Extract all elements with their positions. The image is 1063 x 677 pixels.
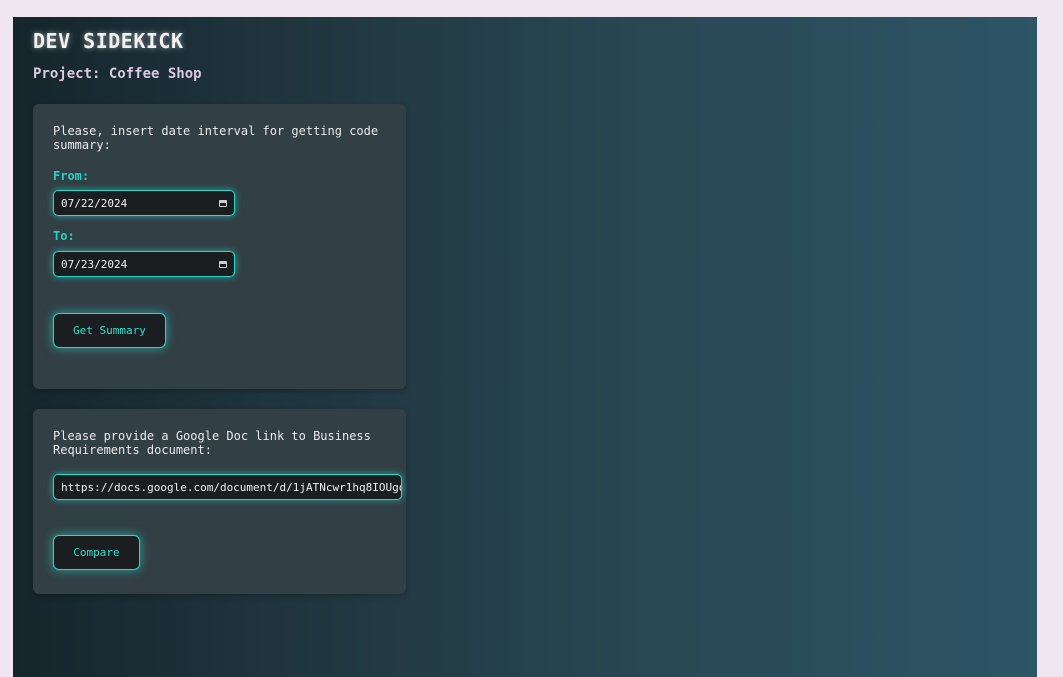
calendar-icon[interactable] bbox=[219, 199, 227, 207]
from-date-value: 07/22/2024 bbox=[61, 196, 128, 210]
google-doc-url-input[interactable]: https://docs.google.com/document/d/1jATN… bbox=[53, 474, 402, 500]
summary-card: Please, insert date interval for getting… bbox=[33, 104, 406, 389]
project-name: Project: Coffee Shop bbox=[33, 66, 202, 82]
calendar-icon[interactable] bbox=[219, 260, 227, 268]
app-title: DEV SIDEKICK bbox=[33, 29, 184, 53]
to-date-input[interactable]: 07/23/2024 bbox=[53, 251, 235, 277]
compare-prompt: Please provide a Google Doc link to Busi… bbox=[53, 429, 371, 457]
google-doc-url-value: https://docs.google.com/document/d/1jATN… bbox=[61, 480, 402, 494]
from-label: From: bbox=[53, 169, 90, 183]
to-date-value: 07/23/2024 bbox=[61, 257, 128, 271]
compare-card: Please provide a Google Doc link to Busi… bbox=[33, 409, 406, 594]
summary-prompt: Please, insert date interval for getting… bbox=[53, 124, 379, 152]
compare-button[interactable]: Compare bbox=[53, 535, 140, 570]
from-date-input[interactable]: 07/22/2024 bbox=[53, 190, 235, 216]
app-window: DEV SIDEKICK Project: Coffee Shop Please… bbox=[13, 17, 1037, 677]
get-summary-button[interactable]: Get Summary bbox=[53, 313, 166, 348]
to-label: To: bbox=[53, 229, 75, 243]
